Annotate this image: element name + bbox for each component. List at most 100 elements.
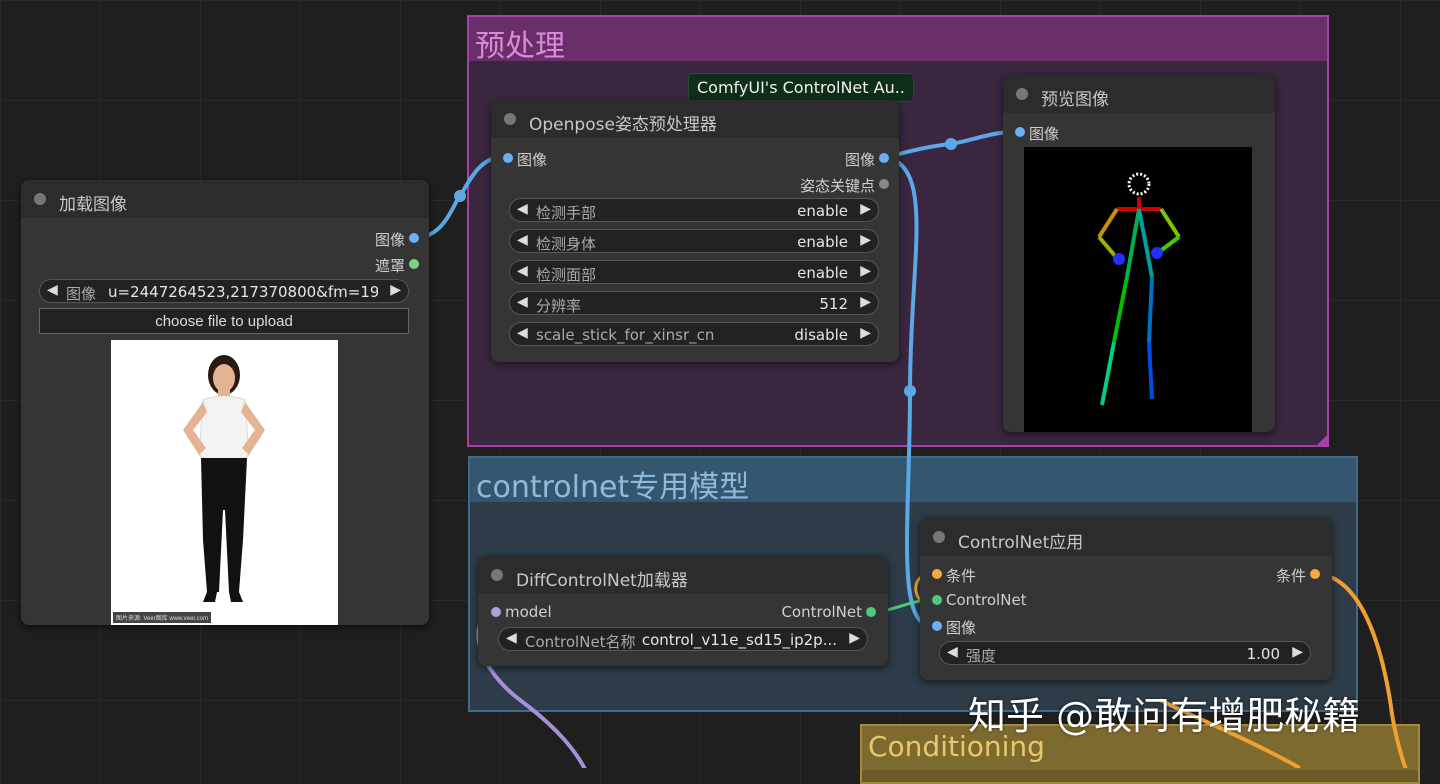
widget-label: 分辨率 (536, 297, 582, 315)
node-preview-image[interactable]: 预览图像 图像 (1003, 75, 1275, 432)
node-title: 加载图像 (59, 195, 127, 215)
input-image[interactable]: 图像 (503, 149, 547, 170)
input-dot[interactable] (932, 569, 942, 579)
node-load-image[interactable]: 加载图像 图像 遮罩 ◀ 图像 u=2447264523,217370800&f… (21, 180, 429, 625)
output-keypoints[interactable]: 姿态关键点 (799, 175, 889, 196)
arrow-left-icon[interactable]: ◀ (517, 201, 528, 217)
image-caption: 图片来源: Veer图库 www.veer.com (113, 612, 212, 623)
image-select-widget[interactable]: ◀ 图像 u=2447264523,217370800&fm=19... ▶ (39, 279, 409, 303)
widget-value: 512 (819, 295, 848, 313)
widget-value: enable (797, 202, 848, 220)
slot-label: 图像 (374, 231, 405, 249)
slot-label: ControlNet (946, 591, 1027, 609)
slot-label: model (505, 603, 552, 621)
output-dot[interactable] (866, 607, 876, 617)
node-title: 预览图像 (1041, 90, 1109, 110)
widget-label: ControlNet名称 (525, 633, 636, 651)
node-diff-controlnet-loader[interactable]: DiffControlNet加载器 model ControlNet ◀ Con… (478, 556, 888, 666)
output-image[interactable]: 图像 (844, 149, 889, 170)
collapse-dot[interactable] (1016, 88, 1028, 100)
input-dot[interactable] (491, 607, 501, 617)
widget-value: u=2447264523,217370800&fm=19... (108, 283, 378, 301)
output-dot[interactable] (409, 233, 419, 243)
output-conditioning[interactable]: 条件 (1275, 565, 1320, 586)
node-title: ControlNet应用 (958, 533, 1084, 553)
person-photo (183, 355, 265, 602)
slot-label: 遮罩 (374, 257, 405, 275)
arrow-left-icon[interactable]: ◀ (517, 232, 528, 248)
link-midpoint[interactable] (904, 385, 916, 397)
arrow-right-icon[interactable]: ▶ (860, 232, 871, 248)
arrow-right-icon[interactable]: ▶ (849, 630, 860, 646)
link-midpoint[interactable] (454, 190, 466, 202)
widget-value: disable (794, 326, 848, 344)
node-title: DiffControlNet加载器 (516, 571, 688, 591)
arrow-left-icon[interactable]: ◀ (47, 282, 58, 298)
widget-detect-hand[interactable]: ◀ 检测手部 enable ▶ (509, 198, 879, 222)
upload-button[interactable]: choose file to upload (39, 308, 409, 334)
widget-label: 图像 (66, 285, 97, 303)
output-image[interactable]: 图像 (374, 229, 419, 250)
node-header[interactable]: 加载图像 (21, 180, 429, 218)
widget-label: 检测手部 (536, 204, 597, 222)
node-header[interactable]: Openpose姿态预处理器 (491, 100, 899, 138)
output-dot[interactable] (879, 153, 889, 163)
widget-detect-body[interactable]: ◀ 检测身体 enable ▶ (509, 229, 879, 253)
arrow-left-icon[interactable]: ◀ (517, 325, 528, 341)
slot-label: 图像 (844, 151, 875, 169)
arrow-right-icon[interactable]: ▶ (860, 294, 871, 310)
output-dot[interactable] (409, 259, 419, 269)
input-dot[interactable] (932, 595, 942, 605)
widget-resolution[interactable]: ◀ 分辨率 512 ▶ (509, 291, 879, 315)
node-header[interactable]: DiffControlNet加载器 (478, 556, 888, 594)
input-model[interactable]: model (491, 603, 552, 621)
widget-label: 检测身体 (536, 235, 597, 253)
arrow-right-icon[interactable]: ▶ (860, 201, 871, 217)
input-dot[interactable] (1015, 127, 1025, 137)
input-image[interactable]: 图像 (932, 617, 977, 638)
arrow-right-icon[interactable]: ▶ (860, 263, 871, 279)
collapse-dot[interactable] (34, 193, 46, 205)
widget-scale-stick[interactable]: ◀ scale_stick_for_xinsr_cn disable ▶ (509, 322, 879, 346)
widget-strength[interactable]: ◀ 强度 1.00 ▶ (939, 641, 1311, 665)
slot-label: 图像 (946, 619, 977, 637)
arrow-right-icon[interactable]: ▶ (390, 282, 401, 298)
widget-value: enable (797, 233, 848, 251)
output-mask[interactable]: 遮罩 (374, 255, 419, 276)
node-header[interactable]: 预览图像 (1003, 75, 1275, 113)
input-image[interactable]: 图像 (1015, 123, 1059, 144)
input-controlnet[interactable]: ControlNet (932, 591, 1027, 609)
node-openpose-preprocessor[interactable]: Openpose姿态预处理器 图像 图像 姿态关键点 ◀ 检测手部 enable… (491, 100, 899, 362)
extension-badge: ComfyUI's ControlNet Au.. (688, 73, 914, 102)
output-controlnet[interactable]: ControlNet (781, 603, 876, 621)
collapse-dot[interactable] (491, 569, 503, 581)
node-header[interactable]: ControlNet应用 (920, 518, 1332, 556)
widget-controlnet-name[interactable]: ◀ ControlNet名称 control_v11e_sd15_ip2p...… (498, 627, 868, 651)
output-dot[interactable] (879, 179, 889, 189)
input-dot[interactable] (932, 621, 942, 631)
arrow-left-icon[interactable]: ◀ (947, 644, 958, 660)
arrow-left-icon[interactable]: ◀ (517, 263, 528, 279)
widget-label: 检测面部 (536, 266, 597, 284)
input-conditioning[interactable]: 条件 (932, 565, 976, 586)
node-controlnet-apply[interactable]: ControlNet应用 条件 ControlNet 图像 条件 ◀ 强度 1.… (920, 518, 1332, 680)
arrow-right-icon[interactable]: ▶ (1292, 644, 1303, 660)
collapse-dot[interactable] (933, 531, 945, 543)
widget-detect-face[interactable]: ◀ 检测面部 enable ▶ (509, 260, 879, 284)
arrow-right-icon[interactable]: ▶ (860, 325, 871, 341)
slot-label: 条件 (1275, 567, 1306, 585)
slot-label: ControlNet (781, 603, 862, 621)
image-preview: 图片来源: Veer图库 www.veer.com (111, 340, 338, 625)
output-dot[interactable] (1310, 569, 1320, 579)
input-dot[interactable] (503, 153, 513, 163)
widget-label: 强度 (966, 647, 997, 665)
pose-skeleton (1097, 172, 1181, 406)
node-title: Openpose姿态预处理器 (529, 115, 717, 135)
slot-label: 姿态关键点 (799, 177, 875, 195)
arrow-left-icon[interactable]: ◀ (517, 294, 528, 310)
arrow-left-icon[interactable]: ◀ (506, 630, 517, 646)
widget-value: enable (797, 264, 848, 282)
widget-value: control_v11e_sd15_ip2p... (641, 631, 837, 649)
link-midpoint[interactable] (945, 138, 957, 150)
collapse-dot[interactable] (504, 113, 516, 125)
